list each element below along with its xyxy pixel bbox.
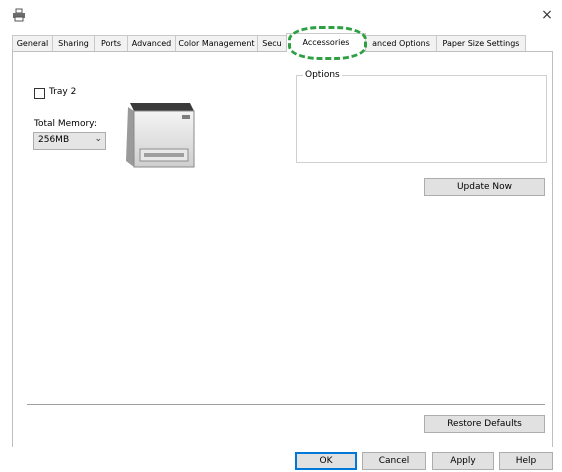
tab-color-management[interactable]: Color Management: [175, 35, 258, 51]
update-now-button[interactable]: Update Now: [424, 178, 545, 196]
total-memory-select[interactable]: 256MB ⌄: [33, 132, 106, 150]
dialog-button-bar: OK Cancel Apply Help: [0, 447, 562, 472]
accessories-panel: Options Tray 2 Total Memory: 256MB ⌄ Upd…: [12, 51, 553, 449]
printer-icon: [13, 8, 25, 22]
help-button[interactable]: Help: [499, 452, 553, 470]
title-bar: ×: [0, 0, 562, 30]
tray2-label: Tray 2: [49, 87, 77, 97]
tab-sharing[interactable]: Sharing: [52, 35, 95, 51]
total-memory-label: Total Memory:: [34, 119, 97, 129]
tab-advanced-options[interactable]: anced Options: [365, 35, 437, 51]
tray2-checkbox[interactable]: [34, 88, 45, 99]
close-button[interactable]: ×: [532, 0, 562, 30]
apply-button[interactable]: Apply: [432, 452, 494, 470]
ok-button[interactable]: OK: [295, 452, 357, 470]
separator-line: [27, 404, 545, 405]
printer-illustration: [126, 103, 195, 168]
tab-paper-size-settings[interactable]: Paper Size Settings: [436, 35, 526, 51]
total-memory-value: 256MB: [38, 135, 70, 145]
cancel-button[interactable]: Cancel: [362, 452, 426, 470]
restore-defaults-button[interactable]: Restore Defaults: [424, 415, 545, 433]
tab-ports[interactable]: Ports: [94, 35, 128, 51]
options-group: Options: [296, 70, 547, 163]
tab-general[interactable]: General: [12, 35, 53, 51]
options-group-label: Options: [303, 70, 342, 80]
chevron-down-icon: ⌄: [94, 134, 102, 144]
tab-advanced[interactable]: Advanced: [127, 35, 176, 51]
tab-highlight-annotation: [288, 26, 367, 60]
tab-security[interactable]: Secu: [257, 35, 287, 51]
